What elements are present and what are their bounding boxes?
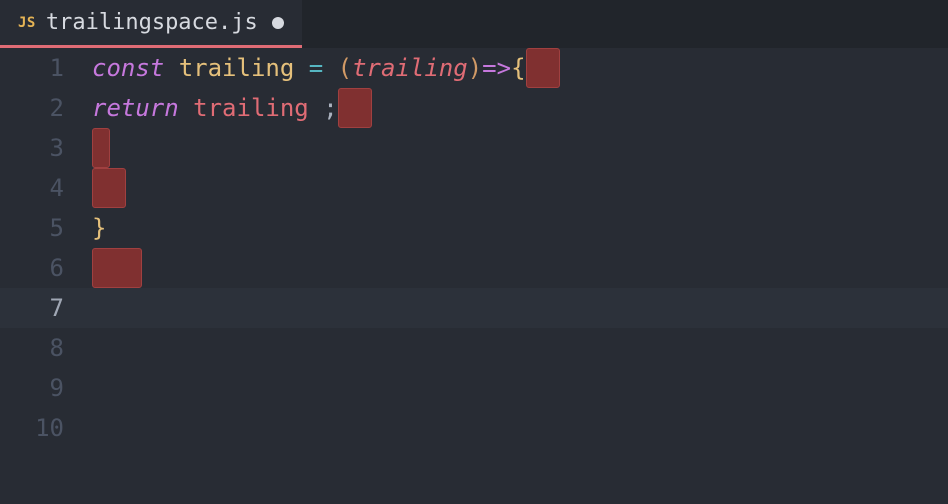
code-content[interactable]: const trailing = (trailing) => { xyxy=(92,48,560,88)
line-number: 6 xyxy=(0,254,92,282)
trailing-whitespace-highlight xyxy=(92,128,110,168)
line-number: 10 xyxy=(0,414,92,442)
dirty-indicator-icon xyxy=(272,17,284,29)
token: const xyxy=(92,48,179,88)
code-content[interactable]: return trailing ; xyxy=(92,88,372,128)
tab-bar: JS trailingspace.js xyxy=(0,0,948,48)
line-number: 3 xyxy=(0,134,92,162)
trailing-whitespace-highlight xyxy=(338,88,372,128)
line-number: 5 xyxy=(0,214,92,242)
code-line[interactable]: 1const trailing = (trailing) => { xyxy=(0,48,948,88)
line-number: 8 xyxy=(0,334,92,362)
token: { xyxy=(511,48,525,88)
js-icon: JS xyxy=(18,15,36,31)
token: = xyxy=(309,48,338,88)
line-number: 7 xyxy=(0,294,92,322)
line-number: 1 xyxy=(0,54,92,82)
code-line[interactable]: 8 xyxy=(0,328,948,368)
token: trailing xyxy=(352,48,468,88)
code-content[interactable]: } xyxy=(92,208,106,248)
code-content[interactable] xyxy=(92,128,110,168)
token: trailing xyxy=(193,88,323,128)
trailing-whitespace-highlight xyxy=(92,168,126,208)
code-editor[interactable]: 1const trailing = (trailing) => {2 retur… xyxy=(0,48,948,504)
code-line[interactable]: 2 return trailing ; xyxy=(0,88,948,128)
tab-trailingspace[interactable]: JS trailingspace.js xyxy=(0,0,302,48)
code-line[interactable]: 9 xyxy=(0,368,948,408)
code-line[interactable]: 7 xyxy=(0,288,948,328)
token: ) xyxy=(468,48,482,88)
code-line[interactable]: 5} xyxy=(0,208,948,248)
code-line[interactable]: 4 xyxy=(0,168,948,208)
token: } xyxy=(92,208,106,248)
code-line[interactable]: 10 xyxy=(0,408,948,448)
token: ( xyxy=(338,48,352,88)
token: return xyxy=(92,88,193,128)
code-line[interactable]: 6 xyxy=(0,248,948,288)
trailing-whitespace-highlight xyxy=(526,48,560,88)
code-line[interactable]: 3 xyxy=(0,128,948,168)
trailing-whitespace-highlight xyxy=(92,248,142,288)
tab-filename: trailingspace.js xyxy=(46,10,258,35)
token: trailing xyxy=(179,48,309,88)
line-number: 2 xyxy=(0,94,92,122)
code-content[interactable] xyxy=(92,168,126,208)
token: ; xyxy=(323,88,337,128)
token: => xyxy=(482,48,511,88)
line-number: 4 xyxy=(0,174,92,202)
line-number: 9 xyxy=(0,374,92,402)
code-content[interactable] xyxy=(92,248,142,288)
